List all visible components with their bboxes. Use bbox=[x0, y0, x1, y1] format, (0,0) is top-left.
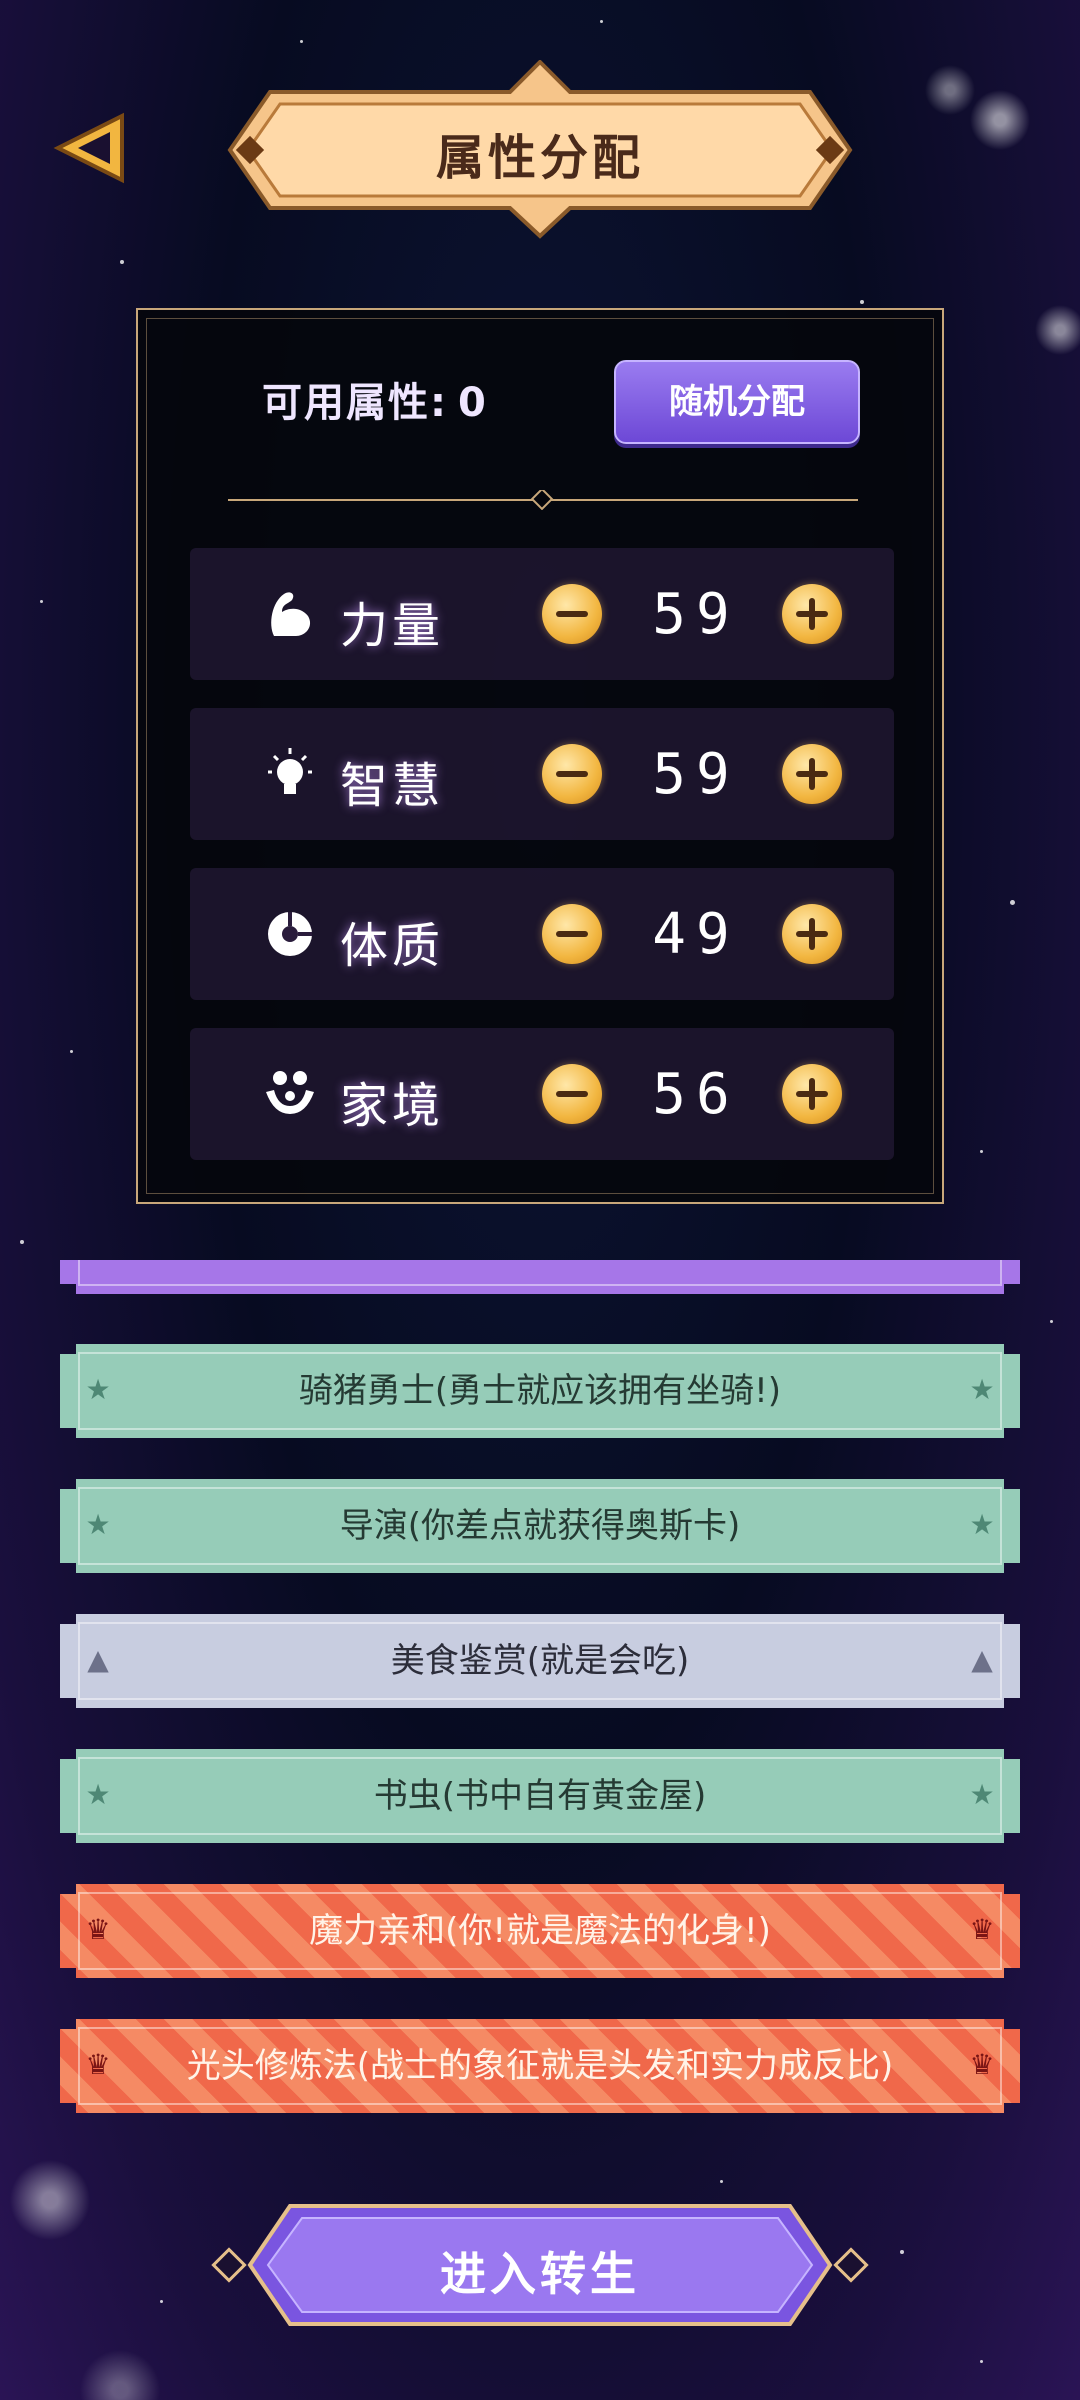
crown-icon: ♛ bbox=[969, 2048, 995, 2081]
back-button[interactable] bbox=[52, 112, 132, 184]
triangle-icon: ▲ bbox=[971, 1643, 993, 1676]
attribute-value: 56 bbox=[652, 1062, 740, 1127]
attribute-row-family: 家境 56 bbox=[190, 1028, 894, 1160]
talent-item[interactable]: ♛ 魔力亲和(你!就是魔法的化身!) ♛ bbox=[60, 1884, 1020, 1978]
crown-icon: ♛ bbox=[85, 2048, 111, 2081]
talent-item[interactable]: ★ 书虫(书中自有黄金屋) ★ bbox=[60, 1749, 1020, 1843]
attribute-row-constitution: 体质 49 bbox=[190, 868, 894, 1000]
constitution-icon bbox=[268, 912, 312, 956]
decrease-strength-button[interactable] bbox=[542, 584, 602, 644]
increase-constitution-button[interactable] bbox=[782, 904, 842, 964]
talent-label: 骑猪勇士(勇士就应该拥有坐骑!) bbox=[298, 1371, 782, 1411]
talent-label: 光头修炼法(战士的象征就是头发和实力成反比) bbox=[186, 2046, 894, 2086]
enter-reincarnation-button[interactable]: 进入转生 bbox=[210, 2200, 870, 2330]
title-banner: 属性分配 bbox=[220, 59, 860, 240]
triangle-icon: ▲ bbox=[87, 1643, 109, 1676]
talent-label: 魔力亲和(你!就是魔法的化身!) bbox=[309, 1911, 771, 1951]
attribute-name: 力量 bbox=[340, 598, 445, 654]
attribute-name: 体质 bbox=[340, 918, 445, 974]
talent-item-partial[interactable] bbox=[60, 1260, 1020, 1294]
lightbulb-icon bbox=[268, 748, 312, 794]
available-points-value: 0 bbox=[458, 380, 488, 426]
attribute-name: 智慧 bbox=[340, 758, 445, 814]
decrease-family-button[interactable] bbox=[542, 1064, 602, 1124]
talent-label: 导演(你差点就获得奥斯卡) bbox=[339, 1506, 741, 1546]
attribute-value: 59 bbox=[652, 742, 740, 807]
increase-strength-button[interactable] bbox=[782, 584, 842, 644]
crown-icon: ♛ bbox=[969, 1913, 995, 1946]
available-points: 可用属性: 0 bbox=[262, 370, 488, 428]
attribute-value: 59 bbox=[652, 582, 740, 647]
increase-family-button[interactable] bbox=[782, 1064, 842, 1124]
star-icon: ★ bbox=[969, 1508, 995, 1541]
page-title: 属性分配 bbox=[435, 130, 644, 186]
attribute-row-wisdom: 智慧 59 bbox=[190, 708, 894, 840]
attribute-value: 49 bbox=[652, 902, 740, 967]
star-icon: ★ bbox=[969, 1373, 995, 1406]
talent-item[interactable]: ▲ 美食鉴赏(就是会吃) ▲ bbox=[60, 1614, 1020, 1708]
talent-label: 美食鉴赏(就是会吃) bbox=[390, 1641, 690, 1681]
increase-wisdom-button[interactable] bbox=[782, 744, 842, 804]
back-arrow-icon bbox=[53, 112, 124, 184]
star-icon: ★ bbox=[85, 1778, 111, 1811]
enter-button-label: 进入转生 bbox=[440, 2247, 640, 2301]
decrease-constitution-button[interactable] bbox=[542, 904, 602, 964]
crown-icon: ♛ bbox=[85, 1913, 111, 1946]
family-icon bbox=[266, 1071, 314, 1114]
talent-item[interactable]: ★ 骑猪勇士(勇士就应该拥有坐骑!) ★ bbox=[60, 1344, 1020, 1438]
star-icon: ★ bbox=[85, 1373, 111, 1406]
available-points-label: 可用属性: bbox=[262, 380, 448, 426]
attribute-panel: 可用属性: 0 随机分配 力量 59 智慧 59 体质 49 家境 56 bbox=[136, 308, 944, 1204]
talent-item[interactable]: ★ 导演(你差点就获得奥斯卡) ★ bbox=[60, 1479, 1020, 1573]
divider bbox=[228, 490, 858, 510]
random-allocate-button[interactable]: 随机分配 bbox=[614, 360, 860, 444]
decrease-wisdom-button[interactable] bbox=[542, 744, 602, 804]
talent-list[interactable]: ★ 骑猪勇士(勇士就应该拥有坐骑!) ★ ★ 导演(你差点就获得奥斯卡) ★ ▲… bbox=[0, 1260, 1080, 2150]
star-icon: ★ bbox=[85, 1508, 111, 1541]
talent-item[interactable]: ♛ 光头修炼法(战士的象征就是头发和实力成反比) ♛ bbox=[60, 2019, 1020, 2113]
attribute-name: 家境 bbox=[340, 1078, 445, 1134]
muscle-icon bbox=[271, 592, 311, 636]
attribute-row-strength: 力量 59 bbox=[190, 548, 894, 680]
star-icon: ★ bbox=[969, 1778, 995, 1811]
talent-label: 书虫(书中自有黄金屋) bbox=[373, 1776, 707, 1816]
